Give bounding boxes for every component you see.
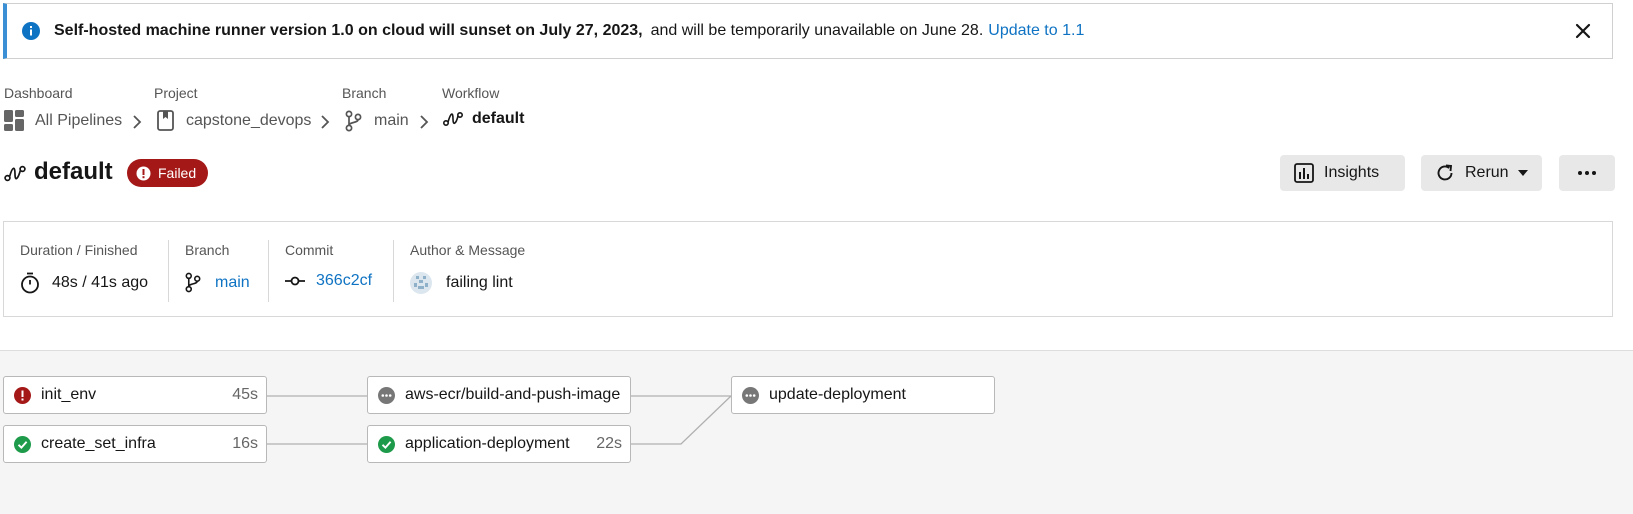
breadcrumb-workflow-label: default (472, 110, 525, 127)
job-duration: 22s (596, 435, 622, 452)
branch-icon (185, 272, 201, 293)
breadcrumb-label-dashboard: Dashboard (4, 85, 73, 101)
job-application-deployment[interactable]: application-deployment 22s (367, 425, 631, 463)
update-link[interactable]: Update to 1.1 (988, 22, 1084, 40)
breadcrumb-workflow[interactable]: default (443, 110, 524, 128)
workflow-graph: init_env 45s create_set_infra 16s aws-ec… (0, 350, 1633, 514)
close-icon[interactable] (1574, 22, 1592, 40)
breadcrumb-project[interactable]: capstone_devops (157, 110, 311, 131)
exclamation-icon (136, 166, 151, 180)
job-create-set-infra[interactable]: create_set_infra 16s (3, 425, 267, 463)
workflow-summary: Duration / Finished 48s / 41s ago Branch… (3, 221, 1613, 317)
failed-status-icon (14, 386, 31, 404)
insights-button[interactable]: Insights (1280, 155, 1405, 191)
job-duration: 45s (232, 386, 258, 403)
more-options-button[interactable] (1559, 155, 1615, 191)
job-init-env[interactable]: init_env 45s (3, 376, 267, 414)
chevron-right-icon (420, 115, 429, 129)
chart-icon (1294, 163, 1314, 183)
job-name: create_set_infra (41, 435, 156, 452)
breadcrumb-branch[interactable]: main (345, 110, 409, 132)
workflow-icon (443, 112, 463, 126)
divider (168, 240, 169, 302)
author-value: failing lint (410, 272, 513, 294)
banner-bold-text: Self-hosted machine runner version 1.0 o… (54, 22, 643, 39)
page-header: default Failed Insights Rerun (0, 155, 1633, 195)
blocked-status-icon (742, 386, 759, 404)
rerun-button[interactable]: Rerun (1421, 155, 1542, 191)
page-title: default (34, 158, 113, 185)
dashboard-icon (4, 110, 24, 131)
rerun-label: Rerun (1465, 164, 1509, 181)
blocked-status-icon (378, 386, 395, 404)
branch-link[interactable]: main (215, 274, 250, 292)
branch-icon (345, 110, 362, 132)
job-name: aws-ecr/build-and-push-image (405, 386, 621, 403)
commit-link[interactable]: 366c2cf (316, 272, 372, 290)
caret-down-icon (1517, 170, 1528, 176)
chevron-right-icon (133, 115, 142, 129)
duration-label: Duration / Finished (20, 242, 138, 258)
commit-label: Commit (285, 242, 334, 258)
commit-message: failing lint (446, 274, 513, 291)
divider (393, 240, 394, 302)
job-aws-ecr-build-and-push-image[interactable]: aws-ecr/build-and-push-image (367, 376, 631, 414)
status-badge: Failed (127, 159, 209, 187)
breadcrumb-label-branch: Branch (342, 85, 387, 101)
success-status-icon (14, 435, 31, 453)
breadcrumb-project-label: capstone_devops (186, 111, 312, 129)
chevron-right-icon (321, 115, 330, 129)
branch-value: main (185, 272, 250, 293)
status-badge-label: Failed (158, 165, 197, 181)
refresh-icon (1437, 164, 1453, 181)
success-status-icon (378, 435, 395, 453)
banner-text: and will be temporarily unavailable on J… (650, 22, 984, 39)
workflow-icon (4, 165, 26, 182)
breadcrumb-label-workflow: Workflow (442, 85, 500, 101)
duration-value: 48s / 41s ago (20, 272, 148, 294)
stopwatch-icon (21, 272, 39, 294)
job-name: update-deployment (769, 386, 906, 403)
divider (268, 240, 269, 302)
job-update-deployment[interactable]: update-deployment (731, 376, 995, 414)
avatar (410, 272, 432, 294)
breadcrumb-label-project: Project (154, 85, 198, 101)
breadcrumb-dashboard[interactable]: All Pipelines (4, 110, 122, 131)
job-name: init_env (41, 386, 97, 403)
branch-label: Branch (185, 242, 230, 258)
commit-value: 366c2cf (285, 272, 372, 290)
insights-label: Insights (1324, 164, 1380, 181)
breadcrumb-dashboard-label: All Pipelines (35, 111, 123, 129)
more-icon (1578, 171, 1596, 175)
project-icon (157, 110, 174, 131)
job-duration: 16s (232, 435, 258, 452)
info-icon (22, 22, 40, 40)
job-name: application-deployment (405, 435, 570, 452)
commit-icon (285, 276, 305, 286)
author-label: Author & Message (410, 242, 526, 258)
duration-text: 48s / 41s ago (52, 274, 149, 291)
announcement-banner: Self-hosted machine runner version 1.0 o… (3, 3, 1613, 59)
breadcrumb-branch-label: main (374, 112, 409, 129)
